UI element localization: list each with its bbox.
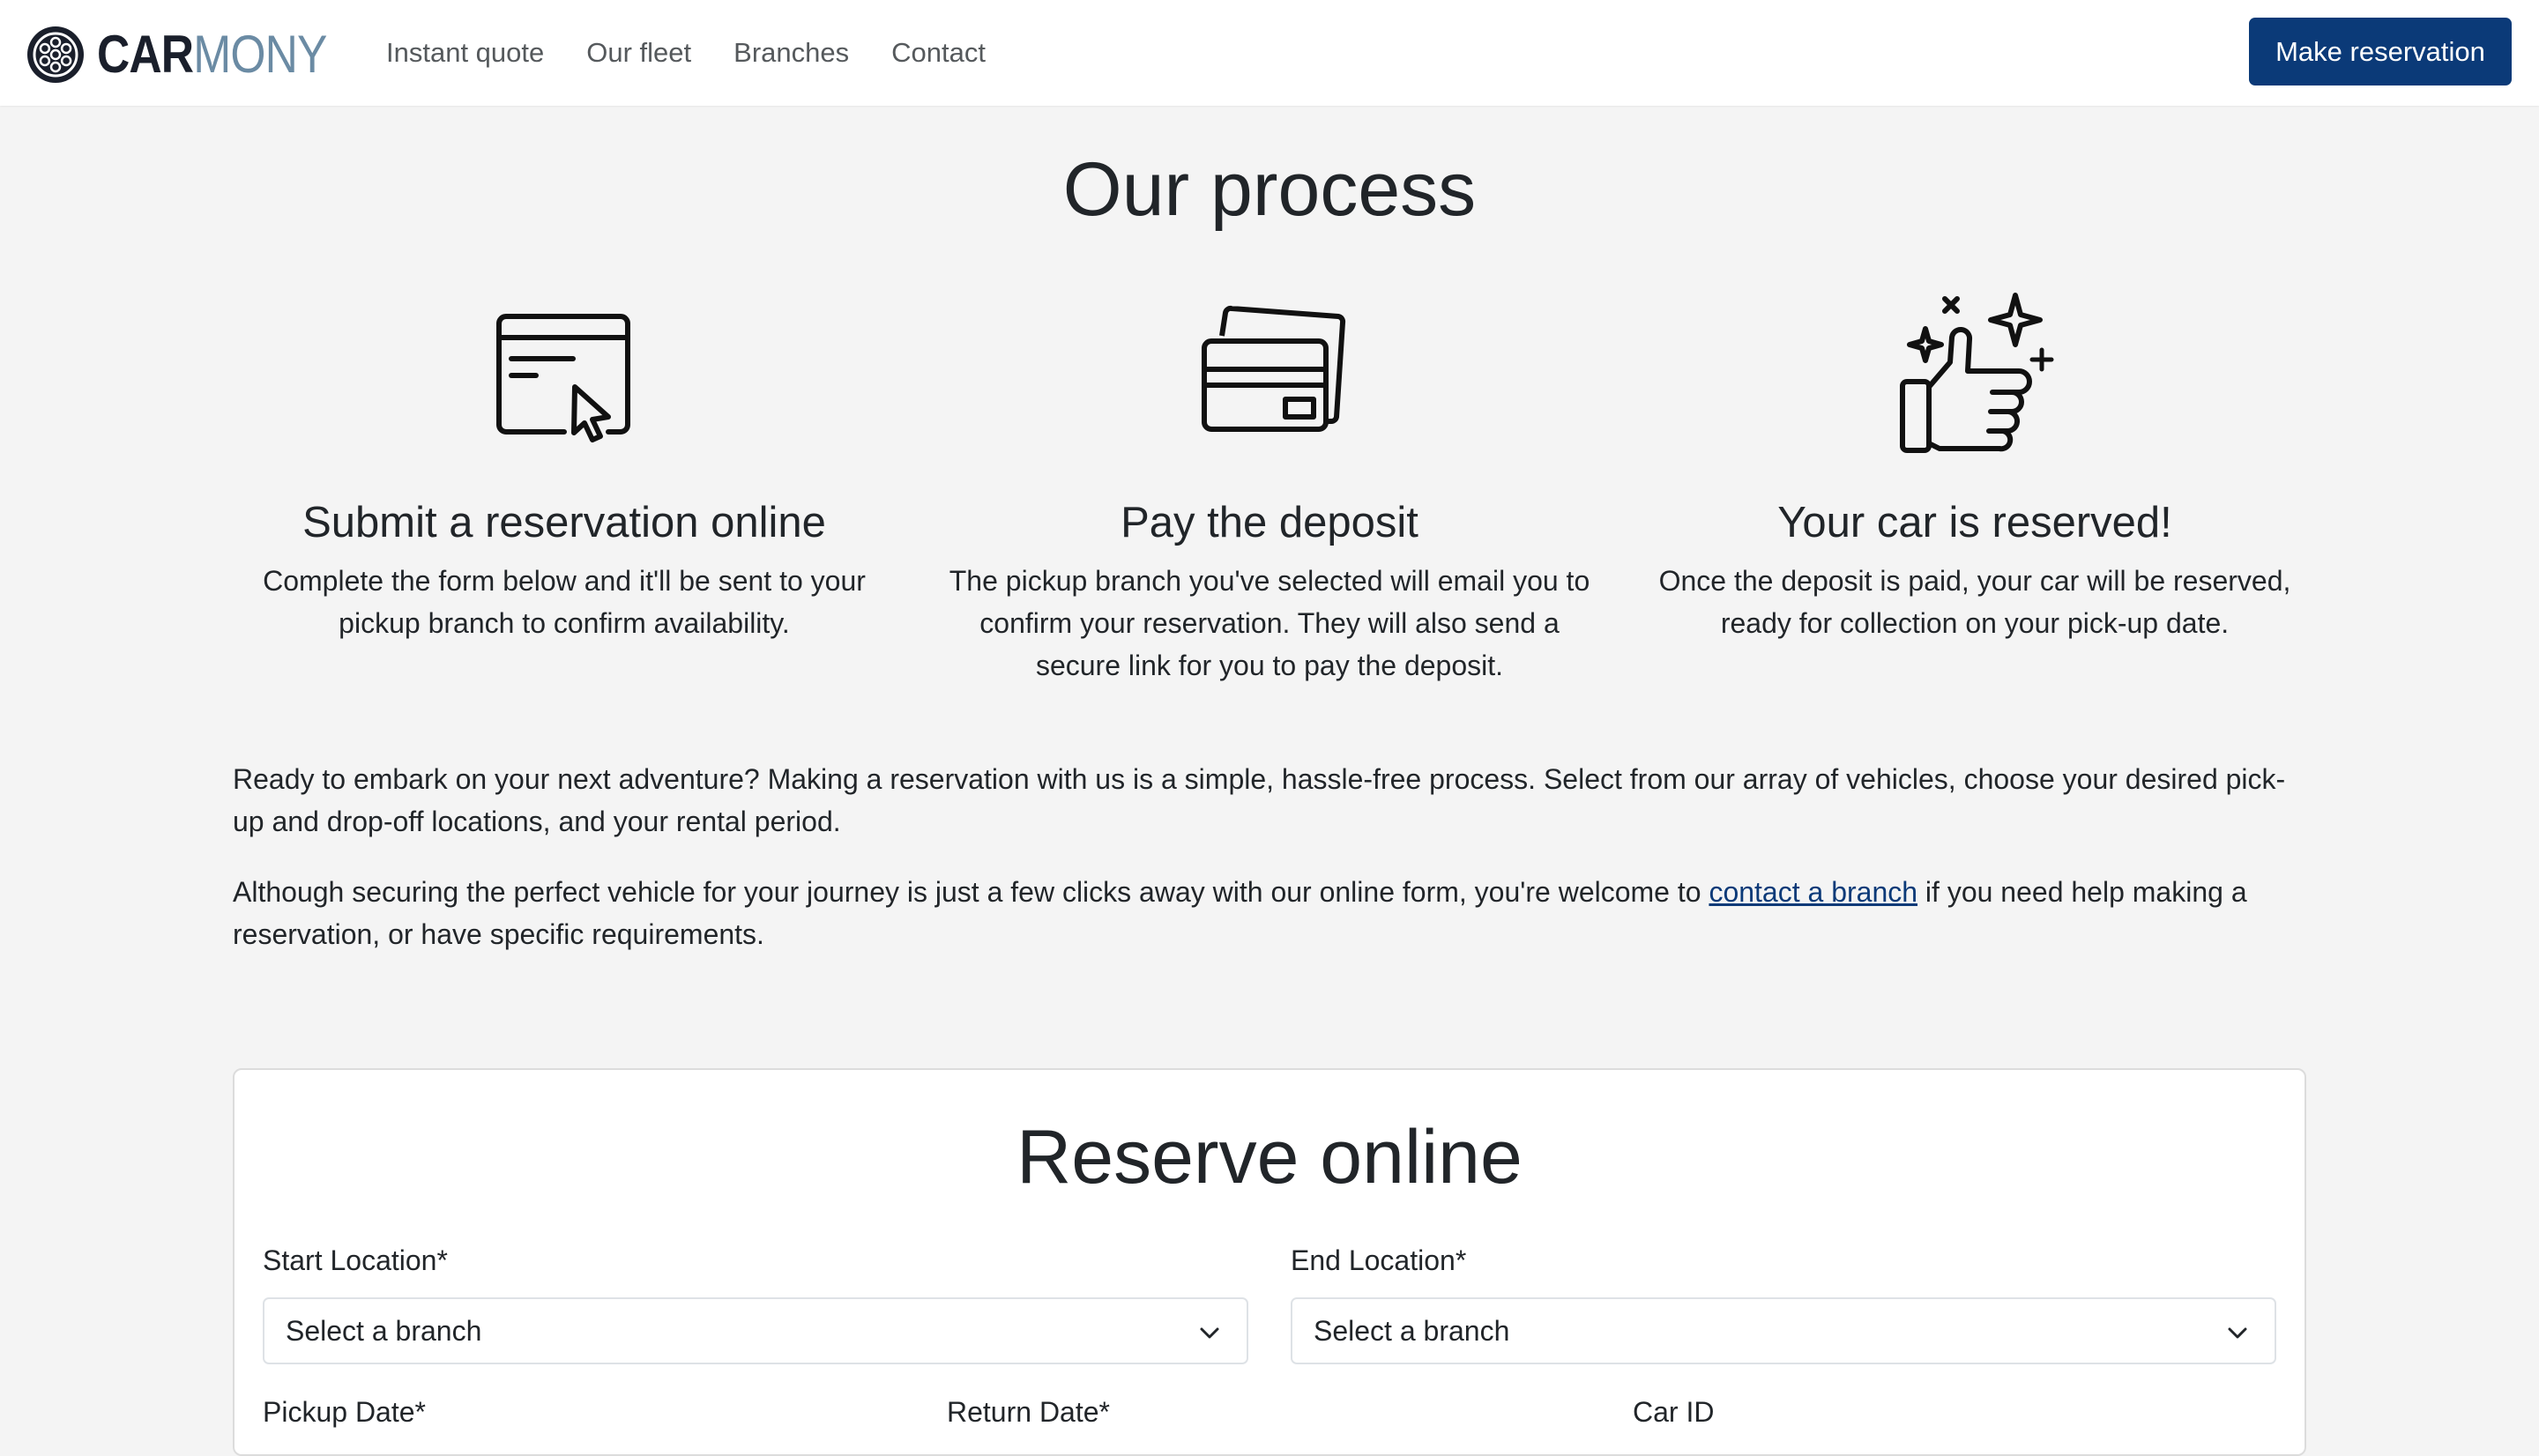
nav-link-our-fleet[interactable]: Our fleet <box>586 32 691 74</box>
browser-cursor-icon <box>496 314 630 442</box>
contact-branch-link[interactable]: contact a branch <box>1709 876 1917 908</box>
reserve-online-card: Reserve online Start Location* Select a … <box>233 1068 2306 1456</box>
thumbs-up-sparkle-icon <box>1900 293 2054 453</box>
make-reservation-button[interactable]: Make reservation <box>2249 18 2512 85</box>
brand-wordmark-mony: MONY <box>193 25 327 84</box>
intro-paragraph-2: Although securing the perfect vehicle fo… <box>233 871 2306 955</box>
end-location-value: Select a branch <box>1314 1314 1510 1347</box>
main-nav: Instant quote Our fleet Branches Contact <box>386 32 1028 74</box>
start-location-label: Start Location* <box>263 1244 448 1276</box>
return-date-label: Return Date* <box>947 1396 1110 1428</box>
nav-link-contact[interactable]: Contact <box>891 32 986 74</box>
brand-logo[interactable]: CARMONY <box>25 23 364 86</box>
intro-paragraph-1: Ready to embark on your next adventure? … <box>233 763 2286 837</box>
navbar: CARMONY Instant quote Our fleet Branches… <box>0 0 2539 106</box>
step-title: Your car is reserved! <box>1777 499 2172 546</box>
credit-cards-icon <box>1202 305 1346 432</box>
chevron-down-icon <box>2228 1327 2247 1339</box>
brand-wordmark-car: CAR <box>97 25 194 84</box>
start-location-select[interactable]: Select a branch <box>263 1297 1248 1364</box>
intro-section: Ready to embark on your next adventure? … <box>233 758 2306 984</box>
process-title: Our process <box>1062 147 1477 232</box>
pickup-date-label: Pickup Date* <box>263 1396 426 1428</box>
nav-link-instant-quote[interactable]: Instant quote <box>386 32 544 74</box>
wheel-icon <box>27 26 84 83</box>
step-text: Once the deposit is paid, your car will … <box>1658 565 2291 639</box>
end-location-select[interactable]: Select a branch <box>1291 1297 2276 1364</box>
process-step-submit: Submit a reservation online Complete the… <box>229 286 899 644</box>
step-text: The pickup branch you've selected will e… <box>949 565 1590 681</box>
nav-link-branches[interactable]: Branches <box>733 32 849 74</box>
intro-paragraph-2-text-before: Although securing the perfect vehicle fo… <box>233 876 1709 908</box>
start-location-value: Select a branch <box>286 1314 482 1347</box>
step-title: Pay the deposit <box>1121 499 1418 546</box>
car-id-label: Car ID <box>1633 1396 1715 1428</box>
end-location-label: End Location* <box>1291 1244 1467 1276</box>
step-title: Submit a reservation online <box>302 499 826 546</box>
process-step-deposit: Pay the deposit The pickup branch you've… <box>934 286 1605 687</box>
brand-wordmark: CARMONY <box>97 23 327 86</box>
process-step-reserved: Your car is reserved! Once the deposit i… <box>1640 286 2310 644</box>
reserve-online-title: Reserve online <box>1016 1115 1523 1200</box>
chevron-down-icon <box>1200 1327 1219 1339</box>
step-text: Complete the form below and it'll be sen… <box>263 565 866 639</box>
